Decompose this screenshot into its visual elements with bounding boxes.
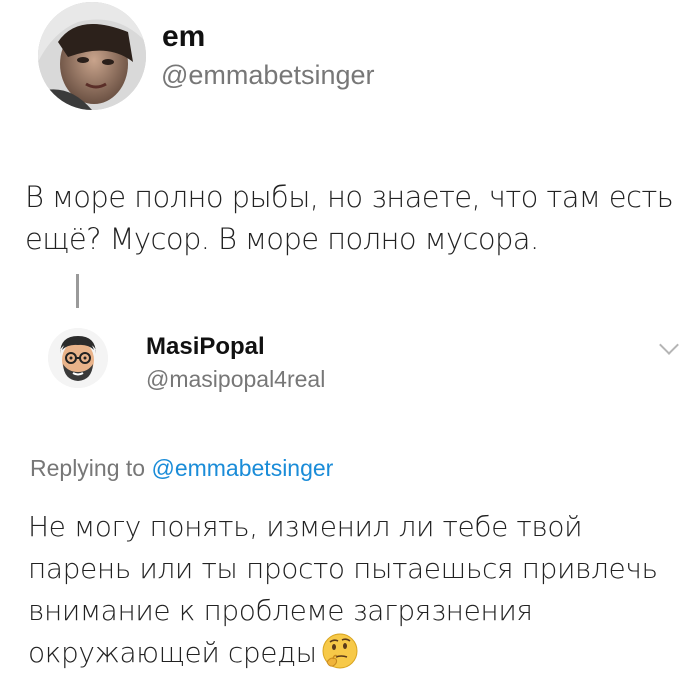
thinking-face-icon bbox=[321, 632, 359, 670]
reply-author-avatar[interactable] bbox=[48, 328, 108, 388]
replying-to-label: Replying to bbox=[30, 455, 146, 481]
thread-connector-line bbox=[76, 274, 79, 308]
tweet-text: В море полно рыбы, но знаете, что там ес… bbox=[25, 180, 674, 256]
reply-author-name[interactable]: MasiPopal bbox=[146, 333, 265, 361]
reply-author-handle[interactable]: @masipopal4real bbox=[146, 366, 325, 393]
chevron-down-icon[interactable] bbox=[659, 335, 679, 355]
author-avatar[interactable] bbox=[38, 2, 146, 110]
author-name[interactable]: em bbox=[162, 20, 205, 54]
replying-to-line: Replying to @emmabetsinger bbox=[30, 455, 333, 482]
replying-to-mention[interactable]: @emmabetsinger bbox=[151, 455, 333, 481]
author-handle[interactable]: @emmabetsinger bbox=[161, 60, 375, 91]
reply-text-container: Не могу понять, изменил ли тебе твой пар… bbox=[28, 506, 688, 674]
